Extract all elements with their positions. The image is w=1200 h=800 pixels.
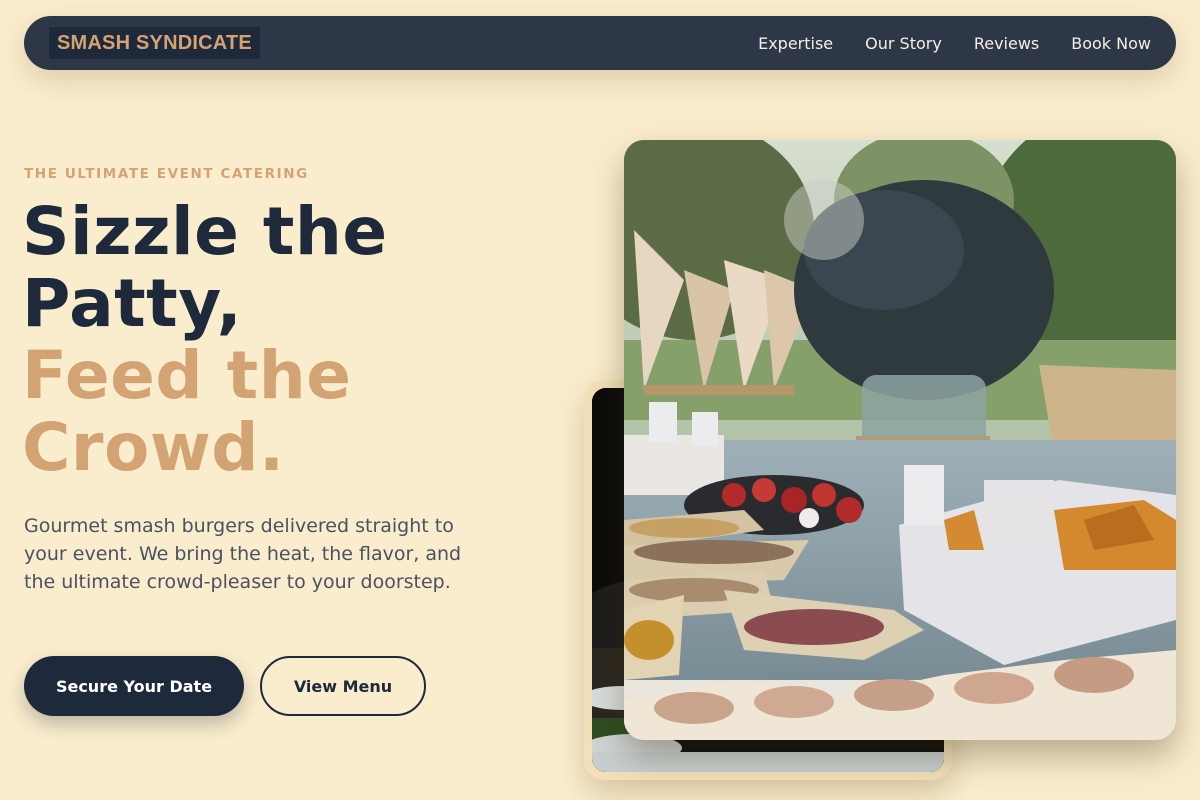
nav-link-our-story[interactable]: Our Story — [865, 34, 942, 53]
headline-line-1: Sizzle the — [22, 193, 388, 270]
nav-link-reviews[interactable]: Reviews — [974, 34, 1039, 53]
nav-link-book-now[interactable]: Book Now — [1071, 34, 1151, 53]
nav-links: Expertise Our Story Reviews Book Now — [726, 34, 1151, 53]
brand-logo[interactable]: SMASH SYNDICATE — [49, 27, 260, 59]
catering-table-illustration — [624, 140, 1176, 740]
hero-eyebrow: THE ULTIMATE EVENT CATERING — [24, 166, 309, 182]
headline-line-4: Crowd. — [22, 409, 285, 486]
view-menu-button[interactable]: View Menu — [260, 656, 426, 716]
hero-description: Gourmet smash burgers delivered straight… — [24, 515, 462, 593]
hero-headline: Sizzle the Patty, Feed the Crowd. — [22, 196, 582, 484]
headline-line-3: Feed the — [22, 337, 352, 414]
navbar: SMASH SYNDICATE Expertise Our Story Revi… — [24, 16, 1176, 70]
nav-link-expertise[interactable]: Expertise — [758, 34, 833, 53]
headline-line-2: Patty, — [22, 265, 243, 342]
secure-date-button[interactable]: Secure Your Date — [24, 656, 244, 716]
hero-catering-photo — [624, 140, 1176, 740]
